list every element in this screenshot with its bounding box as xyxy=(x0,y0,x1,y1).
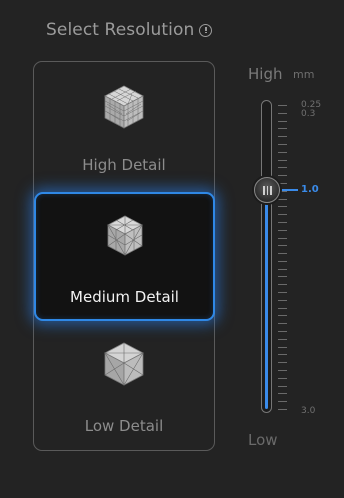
slider-thumb[interactable] xyxy=(254,177,280,204)
info-icon[interactable] xyxy=(199,23,213,37)
slider-tick xyxy=(278,128,287,130)
slider-tick xyxy=(278,159,287,161)
slider-tick xyxy=(278,315,287,317)
slider-tick xyxy=(278,354,287,356)
slider-tick xyxy=(278,338,287,340)
slider-tick xyxy=(278,307,287,309)
slider-min-label-2: 0.3 xyxy=(301,109,316,119)
slider-tick xyxy=(278,323,287,325)
slider-tick xyxy=(278,229,287,231)
slider-tick xyxy=(278,253,287,255)
slider-tick xyxy=(278,221,287,223)
slider-tick xyxy=(278,284,287,286)
slider-tick xyxy=(278,143,287,145)
slider-tick xyxy=(278,268,287,270)
slider-tick xyxy=(278,120,287,122)
option-high-detail-label: High Detail xyxy=(82,156,166,174)
option-low-detail-label: Low Detail xyxy=(84,417,164,435)
slider-tick xyxy=(278,292,287,294)
slider-tick xyxy=(278,105,287,106)
slider-tick xyxy=(278,299,287,301)
slider-tick xyxy=(278,136,287,138)
slider-tick xyxy=(278,409,287,410)
slider-tick xyxy=(278,370,287,372)
resolution-slider[interactable]: High mm Low 0.25 0.3 1.0 3.0 xyxy=(245,60,344,460)
select-resolution-title: Select Resolution xyxy=(46,20,213,40)
thumb-grip-line xyxy=(270,186,272,196)
slider-track[interactable] xyxy=(261,100,272,413)
slider-tick xyxy=(278,112,287,114)
slider-tick xyxy=(278,175,287,177)
slider-tick xyxy=(278,362,287,364)
slider-tick xyxy=(278,167,287,169)
slider-tick xyxy=(278,206,287,208)
option-medium-detail-label: Medium Detail xyxy=(70,288,179,306)
slider-tick xyxy=(278,260,287,262)
option-medium-detail[interactable]: Medium Detail xyxy=(34,192,215,321)
slider-low-label: Low xyxy=(248,431,278,449)
thumb-grip-line xyxy=(266,186,269,196)
medium-detail-cube-icon xyxy=(106,215,143,256)
slider-tick xyxy=(278,245,287,247)
slider-tick xyxy=(278,401,287,403)
slider-track-fill xyxy=(265,191,268,409)
slider-max-label: 3.0 xyxy=(301,406,316,416)
slider-tick xyxy=(278,393,287,395)
slider-value-tick xyxy=(278,189,298,192)
slider-value-label: 1.0 xyxy=(301,184,319,196)
option-high-detail[interactable]: High Detail xyxy=(33,78,215,188)
slider-tick xyxy=(278,276,287,278)
slider-high-label: High xyxy=(248,65,283,83)
slider-tick xyxy=(278,151,287,153)
slider-tick xyxy=(278,377,287,379)
slider-tick xyxy=(278,346,287,348)
slider-tick xyxy=(278,385,287,387)
slider-tick xyxy=(278,237,287,239)
slider-tick xyxy=(278,214,287,216)
slider-tick xyxy=(278,331,287,333)
thumb-grip-line xyxy=(263,186,265,196)
option-low-detail[interactable]: Low Detail xyxy=(33,335,215,445)
slider-tick xyxy=(278,198,287,200)
low-detail-cube-icon xyxy=(104,342,144,386)
high-detail-cube-icon xyxy=(104,85,144,129)
title-text: Select Resolution xyxy=(46,20,195,40)
slider-unit-label: mm xyxy=(293,68,315,81)
slider-tick xyxy=(278,182,287,184)
